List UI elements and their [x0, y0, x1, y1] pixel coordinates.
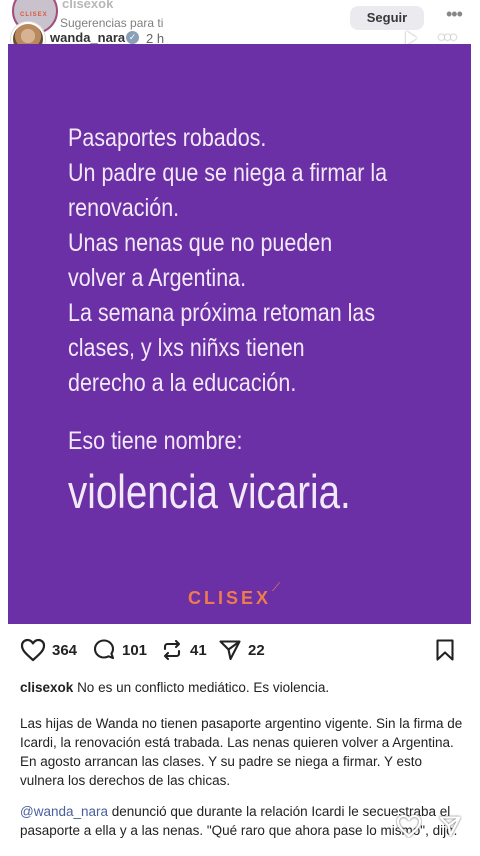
- post-image-text: Pasaportes robados. Un padre que se nieg…: [68, 121, 395, 401]
- panel-line: clases, y lxs niñxs tienen: [68, 334, 305, 362]
- panel-line: derecho a la educación.: [68, 369, 297, 397]
- reposts-count: 41: [190, 641, 207, 659]
- heart-icon[interactable]: [20, 638, 46, 662]
- logo-spark-icon: ⟋: [272, 580, 281, 594]
- bookmark-icon[interactable]: [434, 638, 456, 662]
- likes-count: 364: [52, 641, 78, 659]
- panel-line: La semana próxima retoman las: [68, 299, 376, 327]
- shares-count: 22: [248, 641, 265, 659]
- like-action[interactable]: 364: [20, 638, 77, 662]
- repost-icon[interactable]: [160, 638, 184, 662]
- clisex-logo: CLISEX: [188, 588, 272, 608]
- share-icon[interactable]: [218, 638, 242, 662]
- save-action[interactable]: [434, 638, 462, 662]
- panel-nombre: Eso tiene nombre:: [68, 427, 243, 455]
- suggestion-label: Sugerencias para ti: [60, 16, 164, 30]
- background-more-icon[interactable]: •••: [446, 4, 463, 25]
- caption-username[interactable]: clisexok: [20, 680, 73, 695]
- post-body-paragraph: Las hijas de Wanda no tienen pasaporte a…: [20, 716, 463, 788]
- panel-line: Un padre que se niega a firmar la: [68, 159, 388, 187]
- caption: clisexok No es un conflicto mediático. E…: [20, 678, 470, 697]
- comments-count: 101: [122, 641, 148, 659]
- post-image[interactable]: Pasaportes robados. Un padre que se nieg…: [8, 44, 471, 624]
- mention-link[interactable]: @wanda_nara: [20, 804, 108, 819]
- story-send-icon[interactable]: [438, 814, 462, 838]
- background-avatar-logo: CLISEX: [20, 12, 48, 18]
- panel-line: renovación.: [68, 194, 180, 222]
- verified-icon: ✓: [126, 31, 139, 44]
- story-username[interactable]: wanda_nara: [50, 30, 125, 45]
- panel-line: Pasaportes robados.: [68, 124, 267, 152]
- post-actions: 364 101 41 22: [0, 632, 480, 668]
- caption-text: No es un conflicto mediático. Es violenc…: [77, 680, 330, 695]
- play-icon[interactable]: [406, 31, 417, 45]
- comment-icon[interactable]: [92, 638, 116, 662]
- comment-action[interactable]: 101: [92, 638, 147, 662]
- share-action[interactable]: 22: [218, 638, 265, 662]
- panel-headline: violencia vicaria.: [68, 465, 351, 518]
- background-username: clisexok: [62, 0, 114, 11]
- story-like-icon[interactable]: [396, 814, 422, 838]
- follow-button[interactable]: Seguir: [350, 6, 424, 30]
- panel-line: Unas nenas que no pueden: [68, 229, 333, 257]
- repost-action[interactable]: 41: [160, 638, 207, 662]
- panel-line: volver a Argentina.: [68, 264, 247, 292]
